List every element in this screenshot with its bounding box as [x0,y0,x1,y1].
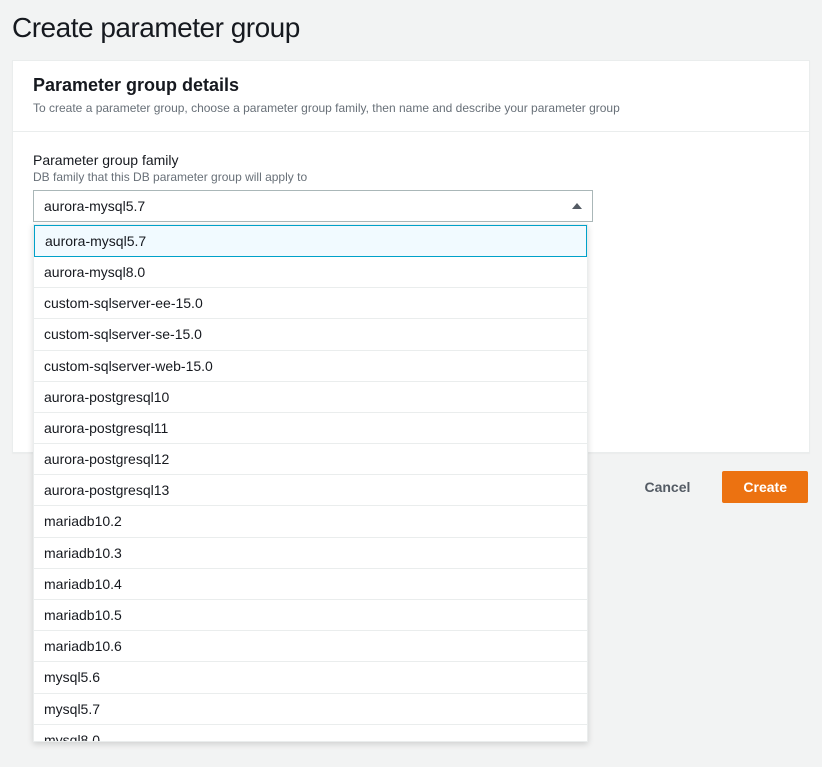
family-option[interactable]: mariadb10.5 [34,600,587,631]
family-field-hint: DB family that this DB parameter group w… [33,170,789,184]
caret-up-icon [572,203,582,209]
family-dropdown: aurora-mysql5.7aurora-mysql8.0custom-sql… [33,224,588,742]
family-select-value: aurora-mysql5.7 [44,198,145,214]
create-button[interactable]: Create [722,471,808,503]
panel-body: Parameter group family DB family that th… [13,132,809,452]
family-option[interactable]: mariadb10.2 [34,506,587,537]
parameter-group-panel: Parameter group details To create a para… [12,60,810,453]
family-option[interactable]: aurora-postgresql10 [34,382,587,413]
family-option[interactable]: aurora-mysql5.7 [34,225,587,257]
cancel-button[interactable]: Cancel [624,471,710,503]
page-title: Create parameter group [12,12,810,44]
family-option[interactable]: aurora-mysql8.0 [34,257,587,288]
panel-header: Parameter group details To create a para… [13,61,809,132]
family-select-wrapper: aurora-mysql5.7 aurora-mysql5.7aurora-my… [33,190,593,222]
panel-title: Parameter group details [33,75,789,96]
family-option[interactable]: mysql8.0 [34,725,587,741]
family-option[interactable]: aurora-postgresql11 [34,413,587,444]
family-option[interactable]: mysql5.7 [34,694,587,725]
family-option[interactable]: custom-sqlserver-se-15.0 [34,319,587,350]
family-dropdown-list[interactable]: aurora-mysql5.7aurora-mysql8.0custom-sql… [34,225,587,741]
family-option[interactable]: custom-sqlserver-ee-15.0 [34,288,587,319]
family-select[interactable]: aurora-mysql5.7 [33,190,593,222]
panel-subtitle: To create a parameter group, choose a pa… [33,100,789,117]
family-option[interactable]: mysql5.6 [34,662,587,693]
family-option[interactable]: mariadb10.4 [34,569,587,600]
family-option[interactable]: mariadb10.6 [34,631,587,662]
family-option[interactable]: custom-sqlserver-web-15.0 [34,351,587,382]
family-field-label: Parameter group family [33,152,789,168]
family-option[interactable]: aurora-postgresql12 [34,444,587,475]
family-option[interactable]: aurora-postgresql13 [34,475,587,506]
family-option[interactable]: mariadb10.3 [34,538,587,569]
